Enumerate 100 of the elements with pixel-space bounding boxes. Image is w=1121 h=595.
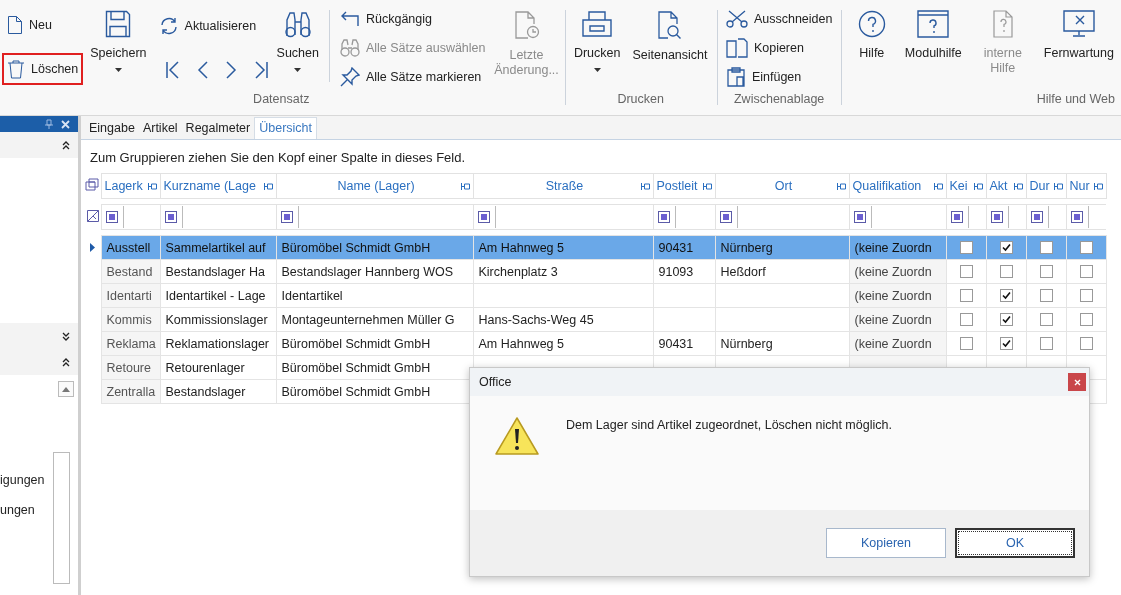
table-row[interactable]: Bestand Bestandslager Ha Bestandslager Hannberg WOS Kirchenplatz 3 91093 Heßdorf (keine Zuordn xyxy=(84,259,1106,284)
tab[interactable]: Übersicht xyxy=(254,117,318,139)
filter-operator-icon[interactable] xyxy=(991,211,1003,223)
checkbox[interactable] xyxy=(959,241,973,254)
tab[interactable]: Regalmeter xyxy=(181,118,255,139)
checkbox[interactable] xyxy=(999,337,1013,350)
filter-operator-icon[interactable] xyxy=(658,211,670,223)
dialog-button[interactable]: OK xyxy=(955,528,1075,558)
checkbox[interactable] xyxy=(1039,337,1053,350)
page-preview-button[interactable]: Seitenansicht xyxy=(628,4,712,92)
column-label: Ort xyxy=(774,179,793,193)
filter-operator-icon[interactable] xyxy=(1031,211,1043,223)
column-header[interactable]: Akt xyxy=(986,173,1026,199)
filter-operator-icon[interactable] xyxy=(165,211,177,223)
pin-icon[interactable] xyxy=(45,119,53,129)
column-header[interactable]: Name (Lager) xyxy=(276,173,473,199)
column-header[interactable]: Straße xyxy=(473,173,653,199)
checkbox[interactable] xyxy=(1079,241,1093,254)
print-button[interactable]: Drucken xyxy=(569,4,625,92)
checkbox[interactable] xyxy=(1039,313,1053,326)
close-icon[interactable] xyxy=(61,119,70,129)
close-button[interactable] xyxy=(1068,373,1086,391)
document-help-icon xyxy=(992,10,1013,38)
pin-icon[interactable] xyxy=(460,183,470,190)
checkbox[interactable] xyxy=(1079,265,1093,278)
table-row[interactable]: Identarti Identartikel - Lage Identartikel (keine Zuordn xyxy=(84,283,1106,308)
checkbox[interactable] xyxy=(999,289,1013,302)
search-button[interactable]: Suchen xyxy=(272,4,323,92)
column-header[interactable]: Lagerk xyxy=(101,173,160,199)
pin-icon[interactable] xyxy=(1053,183,1063,190)
checkbox[interactable] xyxy=(999,313,1013,326)
mark-all-button[interactable]: Alle Sätze markieren xyxy=(335,64,490,91)
pin-icon[interactable] xyxy=(1013,183,1023,190)
column-chooser-icon[interactable] xyxy=(85,178,100,191)
filter-operator-icon[interactable] xyxy=(478,211,490,223)
previous-record-icon[interactable] xyxy=(196,60,209,80)
table-cell: Bestandslager Hannberg WOS xyxy=(276,259,473,284)
expand-icon[interactable] xyxy=(62,331,70,341)
checkbox[interactable] xyxy=(959,265,973,278)
tab[interactable]: Artikel xyxy=(138,118,182,139)
column-header[interactable]: Dur xyxy=(1026,173,1066,199)
delete-button[interactable]: Löschen xyxy=(3,54,83,84)
checkbox[interactable] xyxy=(959,337,973,350)
column-header[interactable]: Kurzname (Lage xyxy=(160,173,276,199)
filter-operator-icon[interactable] xyxy=(854,211,866,223)
clipboard-icon xyxy=(725,67,746,88)
checkbox[interactable] xyxy=(1039,289,1053,302)
pin-icon[interactable] xyxy=(702,183,712,190)
dialog-button[interactable]: Kopieren xyxy=(826,528,946,558)
checkbox[interactable] xyxy=(959,313,973,326)
remote-support-button[interactable]: Fernwartung xyxy=(1039,4,1118,92)
table-row[interactable]: Ausstell Sammelartikel auf Büromöbel Schmidt GmbH Am Hahnweg 5 90431 Nürnberg (keine Zuordn xyxy=(84,235,1106,260)
pin-icon[interactable] xyxy=(263,183,273,190)
pin-icon[interactable] xyxy=(640,183,650,190)
checkbox[interactable] xyxy=(1079,289,1093,302)
column-header[interactable]: Qualifikation xyxy=(849,173,946,199)
tab[interactable]: Eingabe xyxy=(85,118,139,139)
pin-icon[interactable] xyxy=(973,183,983,190)
filter-operator-icon[interactable] xyxy=(106,211,118,223)
column-header[interactable]: Nur xyxy=(1066,173,1106,199)
checkbox[interactable] xyxy=(999,265,1013,278)
pin-icon[interactable] xyxy=(933,183,943,190)
next-record-icon[interactable] xyxy=(224,60,237,80)
last-record-icon[interactable] xyxy=(252,60,269,80)
undo-button[interactable]: Rückgängig xyxy=(335,5,490,32)
filter-operator-icon[interactable] xyxy=(281,211,293,223)
pin-icon[interactable] xyxy=(836,183,846,190)
cut-button[interactable]: Ausschneiden xyxy=(721,5,837,32)
filter-operator-icon[interactable] xyxy=(720,211,732,223)
paste-button[interactable]: Einfügen xyxy=(721,64,837,91)
collapse-icon[interactable] xyxy=(62,357,70,367)
new-button[interactable]: Neu xyxy=(3,12,83,38)
scroll-up-button[interactable] xyxy=(58,381,74,397)
refresh-button[interactable]: Aktualisieren xyxy=(154,13,269,39)
help-button[interactable]: Hilfe xyxy=(846,4,897,92)
filter-operator-icon[interactable] xyxy=(1071,211,1083,223)
filter-clear-icon[interactable] xyxy=(86,209,99,222)
pin-icon[interactable] xyxy=(147,183,157,190)
filter-operator-icon[interactable] xyxy=(951,211,963,223)
panel-item[interactable]: igungen xyxy=(0,473,45,488)
table-row[interactable]: Kommis Kommissionslager Montageunternehmen Müller G Hans-Sachs-Weg 45 (keine Zuordn xyxy=(84,307,1106,332)
table-row[interactable]: Reklama Reklamationslager Büromöbel Schmidt GmbH Am Hahnweg 5 90431 Nürnberg (keine Zuordn xyxy=(84,331,1106,356)
save-button[interactable]: Speichern xyxy=(86,4,151,92)
checkbox[interactable] xyxy=(1079,313,1093,326)
panel-item[interactable]: ungen xyxy=(0,503,35,518)
checkbox[interactable] xyxy=(1079,337,1093,350)
copy-button[interactable]: Kopieren xyxy=(721,35,837,61)
collapse-icon[interactable] xyxy=(62,140,70,150)
checkbox[interactable] xyxy=(999,241,1013,254)
checkbox[interactable] xyxy=(1039,241,1053,254)
scrollbar[interactable] xyxy=(52,452,70,584)
warning-icon xyxy=(494,416,540,456)
column-header[interactable]: Ort xyxy=(715,173,849,199)
pin-icon[interactable] xyxy=(1093,183,1103,190)
checkbox[interactable] xyxy=(1039,265,1053,278)
column-header[interactable]: Postleit xyxy=(653,173,715,199)
checkbox[interactable] xyxy=(959,289,973,302)
module-help-button[interactable]: Modulhilfe xyxy=(900,4,966,92)
first-record-icon[interactable] xyxy=(164,60,181,80)
column-header[interactable]: Kei xyxy=(946,173,986,199)
